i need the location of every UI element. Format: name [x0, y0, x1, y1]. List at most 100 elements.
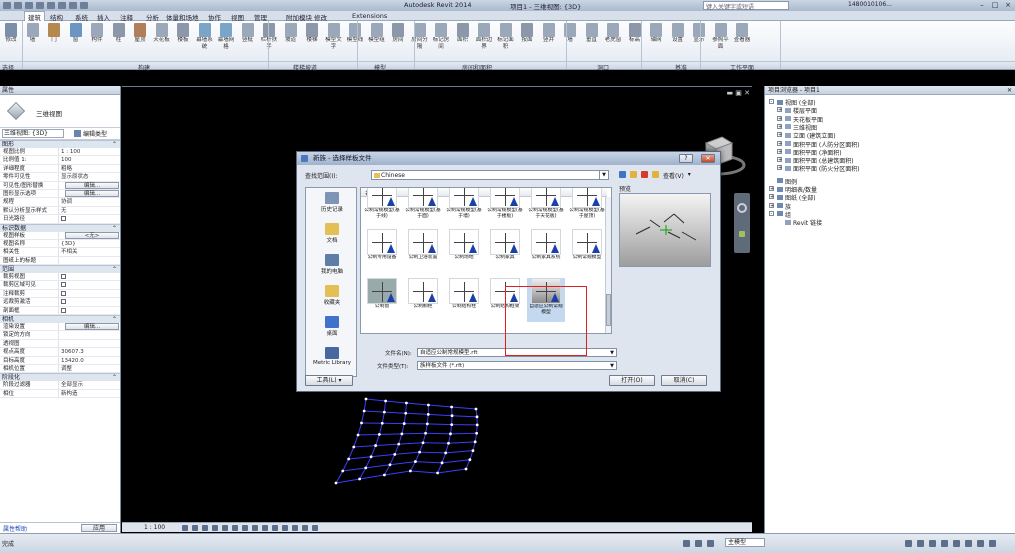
- view-control-icon[interactable]: [232, 525, 238, 531]
- tree-toggle-icon[interactable]: +: [777, 132, 782, 138]
- property-checkbox[interactable]: [61, 307, 66, 313]
- scrollbar-thumb[interactable]: [606, 294, 611, 326]
- ribbon-button-22[interactable]: 面积边界: [475, 23, 493, 51]
- undo-icon[interactable]: [36, 2, 44, 9]
- mesh-point[interactable]: [374, 444, 378, 447]
- file-name-input[interactable]: 自适应公制常规模型.rft ▼: [417, 348, 617, 357]
- new-folder-icon[interactable]: [652, 171, 659, 178]
- ribbon-button-24[interactable]: 按面: [518, 23, 536, 51]
- close-icon[interactable]: ✕: [701, 154, 715, 163]
- ribbon-button-18[interactable]: 房间: [389, 23, 407, 51]
- property-checkbox[interactable]: [61, 299, 66, 305]
- property-checkbox[interactable]: [61, 290, 66, 296]
- mesh-point[interactable]: [347, 457, 351, 461]
- ribbon-button-14[interactable]: 楼梯: [303, 23, 321, 51]
- file-tile[interactable]: 公制常规模型(基于屋顶): [568, 188, 606, 226]
- property-section-header[interactable]: 标识数据 ⌃: [0, 223, 120, 232]
- status-icon[interactable]: [989, 540, 996, 547]
- property-value[interactable]: <无>: [58, 231, 120, 239]
- property-value[interactable]: [58, 298, 120, 306]
- tree-toggle-icon[interactable]: +: [777, 148, 782, 154]
- tree-toggle-icon[interactable]: -: [769, 210, 774, 216]
- save-icon[interactable]: [25, 2, 33, 9]
- property-value[interactable]: [58, 273, 120, 281]
- views-dropdown[interactable]: 查看(V): [663, 171, 684, 180]
- mesh-point[interactable]: [418, 450, 422, 454]
- file-list[interactable]: 名称修改日期类型大小 公制常规模型(基于线)公制常规模型(基于面)公制常规模型(…: [360, 187, 612, 334]
- mesh-point[interactable]: [356, 433, 360, 437]
- ribbon-button-34[interactable]: 查看器: [733, 23, 751, 51]
- mesh-point[interactable]: [382, 410, 386, 414]
- file-tile[interactable]: 自适应公制常规模型: [527, 278, 565, 322]
- property-value[interactable]: [58, 281, 120, 289]
- status-icon[interactable]: [905, 540, 912, 547]
- mesh-point[interactable]: [397, 442, 401, 446]
- view-control-icon[interactable]: [292, 525, 298, 531]
- property-value[interactable]: 1 : 100: [58, 148, 120, 156]
- status-icon[interactable]: [965, 540, 972, 547]
- mesh-point[interactable]: [471, 449, 475, 453]
- status-icon[interactable]: [695, 540, 702, 547]
- mesh-point[interactable]: [360, 421, 363, 425]
- delete-icon[interactable]: [641, 171, 648, 178]
- property-edit-button[interactable]: 编辑...: [65, 181, 119, 189]
- mesh-point[interactable]: [421, 441, 425, 445]
- property-section-header[interactable]: 范围 ⌃: [0, 265, 120, 274]
- apply-button[interactable]: 应用: [81, 524, 117, 532]
- file-tile[interactable]: 公制常规模型(基于墙): [445, 188, 483, 226]
- chevron-down-icon[interactable]: ▼: [608, 362, 616, 369]
- property-value[interactable]: [58, 289, 120, 298]
- mesh-point[interactable]: [364, 397, 368, 401]
- ribbon-button-30[interactable]: 轴网: [647, 23, 665, 51]
- ribbon-button-20[interactable]: 标记房间: [432, 23, 450, 51]
- mesh-point[interactable]: [341, 469, 345, 473]
- property-value[interactable]: 不相关: [58, 248, 120, 256]
- type-selector[interactable]: 三维视图: [0, 95, 120, 128]
- ribbon-button-2[interactable]: 门: [45, 23, 63, 51]
- place-item[interactable]: 历史记录: [308, 192, 356, 213]
- tree-item[interactable]: 面积平面 (防火分区面积): [793, 164, 860, 173]
- mesh-point[interactable]: [427, 403, 430, 407]
- ribbon-button-26[interactable]: 墙: [561, 23, 579, 51]
- mesh-point[interactable]: [352, 445, 356, 449]
- mesh-point[interactable]: [409, 469, 412, 473]
- property-value[interactable]: 显示原状态: [58, 173, 120, 181]
- mesh-point[interactable]: [383, 473, 386, 477]
- back-icon[interactable]: [619, 171, 626, 178]
- place-item[interactable]: 收藏夹: [308, 285, 356, 306]
- mesh-point[interactable]: [424, 431, 427, 435]
- mesh-point[interactable]: [425, 422, 429, 426]
- property-edit-button[interactable]: 编辑...: [65, 323, 119, 331]
- file-tile[interactable]: 公制卫浴装置: [404, 229, 442, 273]
- look-in-select[interactable]: Chinese ▼: [371, 170, 609, 180]
- up-folder-icon[interactable]: [630, 171, 637, 178]
- file-tile[interactable]: 公制结构框架: [486, 278, 524, 322]
- place-item[interactable]: Metric Library: [308, 347, 356, 366]
- view-control-icon[interactable]: [212, 525, 218, 531]
- tree-toggle-icon[interactable]: -: [769, 99, 774, 105]
- property-value[interactable]: 编辑...: [58, 323, 120, 331]
- ribbon-button-17[interactable]: 模型组: [368, 23, 386, 51]
- mesh-point[interactable]: [447, 441, 450, 445]
- close-icon[interactable]: ✕: [1007, 86, 1012, 95]
- property-section-header[interactable]: 相机 ⌃: [0, 315, 120, 324]
- view-control-icon[interactable]: [192, 525, 198, 531]
- redo-icon[interactable]: [47, 2, 55, 9]
- mesh-point[interactable]: [380, 421, 384, 425]
- view-selector[interactable]: 三维视图: {3D}: [2, 129, 64, 138]
- property-value[interactable]: [58, 339, 120, 348]
- place-item[interactable]: 我的电脑: [308, 254, 356, 275]
- tree-toggle-icon[interactable]: +: [777, 157, 782, 163]
- close-icon[interactable]: ×: [1002, 0, 1014, 10]
- view-control-icon[interactable]: [282, 525, 288, 531]
- file-tile[interactable]: 公制橱柜: [404, 278, 442, 322]
- status-icon[interactable]: [683, 540, 690, 547]
- property-value[interactable]: 无: [58, 206, 120, 215]
- tree-toggle-icon[interactable]: +: [777, 165, 782, 171]
- help-search-input[interactable]: 键入关键字或短语: [703, 1, 789, 11]
- mesh-point[interactable]: [426, 413, 430, 416]
- status-icon[interactable]: [953, 540, 960, 547]
- property-edit-button[interactable]: <无>: [65, 231, 119, 239]
- ribbon-button-4[interactable]: 构件: [88, 23, 106, 51]
- mesh-point[interactable]: [404, 411, 408, 415]
